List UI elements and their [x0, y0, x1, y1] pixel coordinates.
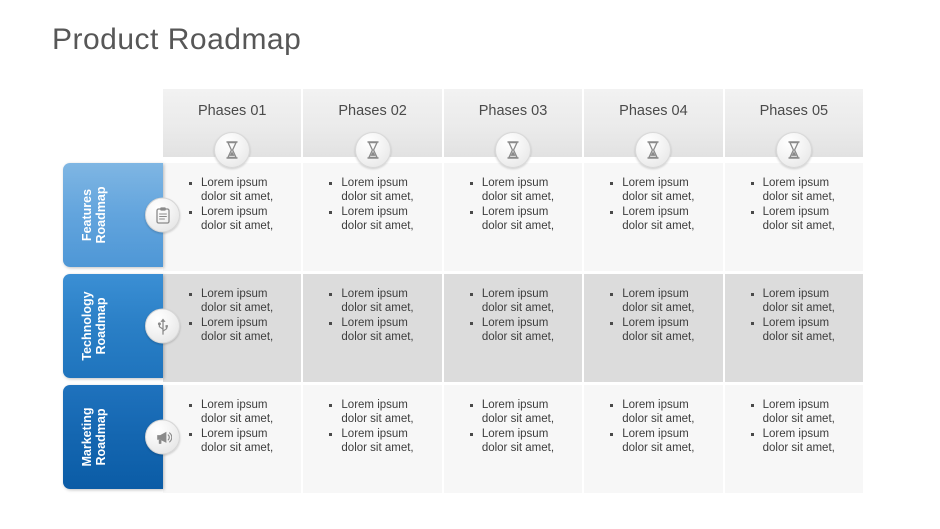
- list-item: Lorem ipsum dolor sit amet,: [750, 177, 855, 204]
- phase-label: Phases 05: [759, 103, 829, 119]
- category-tab-technology[interactable]: Technology Roadmap: [63, 274, 180, 378]
- clipboard-icon: [145, 197, 180, 233]
- list-item: Lorem ipsum dolor sit amet,: [329, 177, 433, 204]
- bullet-list: Lorem ipsum dolor sit amet, Lorem ipsum …: [469, 288, 574, 344]
- phase-header-cell[interactable]: Phases 03: [443, 89, 585, 168]
- roadmap-cell[interactable]: Lorem ipsum dolor sit amet, Lorem ipsum …: [444, 163, 585, 271]
- list-item: Lorem ipsum dolor sit amet,: [469, 428, 574, 455]
- roadmap-cell[interactable]: Lorem ipsum dolor sit amet, Lorem ipsum …: [725, 274, 863, 382]
- roadmap-cell[interactable]: Lorem ipsum dolor sit amet, Lorem ipsum …: [444, 274, 585, 382]
- phase-header-cell[interactable]: Phases 02: [303, 89, 444, 168]
- bullet-list: Lorem ipsum dolor sit amet, Lorem ipsum …: [750, 177, 855, 233]
- list-item: Lorem ipsum dolor sit amet,: [469, 177, 574, 204]
- hourglass-icon: [214, 132, 251, 168]
- bullet-list: Lorem ipsum dolor sit amet, Lorem ipsum …: [469, 399, 574, 455]
- bullet-list: Lorem ipsum dolor sit amet, Lorem ipsum …: [610, 399, 714, 455]
- hourglass-icon: [775, 132, 812, 168]
- list-item: Lorem ipsum dolor sit amet,: [610, 177, 714, 204]
- phase-label: Phases 01: [197, 103, 267, 119]
- list-item: Lorem ipsum dolor sit amet,: [610, 428, 714, 455]
- roadmap-cell[interactable]: Lorem ipsum dolor sit amet, Lorem ipsum …: [444, 385, 585, 493]
- phase-header-cell[interactable]: Phases 04: [584, 89, 725, 168]
- roadmap-cell[interactable]: Lorem ipsum dolor sit amet, Lorem ipsum …: [584, 274, 725, 382]
- roadmap-cell[interactable]: Lorem ipsum dolor sit amet, Lorem ipsum …: [303, 274, 444, 382]
- roadmap-cell[interactable]: Lorem ipsum dolor sit amet, Lorem ipsum …: [725, 163, 863, 271]
- list-item: Lorem ipsum dolor sit amet,: [750, 317, 855, 344]
- list-item: Lorem ipsum dolor sit amet,: [469, 288, 574, 315]
- roadmap-cell[interactable]: Lorem ipsum dolor sit amet, Lorem ipsum …: [303, 385, 444, 493]
- hourglass-icon: [354, 132, 391, 168]
- category-label: Features Roadmap: [80, 186, 108, 244]
- table-row: Lorem ipsum dolor sit amet, Lorem ipsum …: [163, 274, 863, 382]
- list-item: Lorem ipsum dolor sit amet,: [189, 177, 293, 204]
- bullet-list: Lorem ipsum dolor sit amet, Lorem ipsum …: [469, 177, 574, 233]
- list-item: Lorem ipsum dolor sit amet,: [329, 428, 433, 455]
- list-item: Lorem ipsum dolor sit amet,: [610, 206, 714, 233]
- phase-label: Phases 03: [478, 103, 548, 119]
- list-item: Lorem ipsum dolor sit amet,: [750, 288, 855, 315]
- phase-header-row: Phases 01 Phases 02 Phases 03 Phases 04 …: [163, 89, 864, 168]
- phase-label: Phases 02: [338, 103, 407, 119]
- list-item: Lorem ipsum dolor sit amet,: [329, 288, 433, 315]
- bullet-list: Lorem ipsum dolor sit amet, Lorem ipsum …: [329, 177, 433, 233]
- bullet-list: Lorem ipsum dolor sit amet, Lorem ipsum …: [329, 399, 433, 455]
- hourglass-icon: [495, 132, 532, 168]
- list-item: Lorem ipsum dolor sit amet,: [329, 399, 433, 426]
- phase-header-cell[interactable]: Phases 05: [724, 89, 864, 168]
- list-item: Lorem ipsum dolor sit amet,: [189, 317, 293, 344]
- bullet-list: Lorem ipsum dolor sit amet, Lorem ipsum …: [750, 399, 855, 455]
- usb-icon: [145, 308, 180, 344]
- page-title: Product Roadmap: [52, 23, 302, 56]
- list-item: Lorem ipsum dolor sit amet,: [189, 428, 293, 455]
- category-label: Marketing Roadmap: [80, 407, 108, 467]
- slide-canvas: Product Roadmap Phases 01 Phases 02 Phas…: [0, 0, 940, 529]
- list-item: Lorem ipsum dolor sit amet,: [189, 288, 293, 315]
- bullet-list: Lorem ipsum dolor sit amet, Lorem ipsum …: [750, 288, 855, 344]
- list-item: Lorem ipsum dolor sit amet,: [610, 317, 714, 344]
- table-row: Lorem ipsum dolor sit amet, Lorem ipsum …: [163, 163, 863, 271]
- megaphone-icon: [145, 419, 180, 455]
- category-tab-features[interactable]: Features Roadmap: [63, 163, 180, 267]
- list-item: Lorem ipsum dolor sit amet,: [469, 399, 574, 426]
- list-item: Lorem ipsum dolor sit amet,: [610, 288, 714, 315]
- roadmap-cell[interactable]: Lorem ipsum dolor sit amet, Lorem ipsum …: [163, 274, 304, 382]
- list-item: Lorem ipsum dolor sit amet,: [750, 206, 855, 233]
- phase-label: Phases 04: [619, 103, 688, 119]
- bullet-list: Lorem ipsum dolor sit amet, Lorem ipsum …: [329, 288, 433, 344]
- list-item: Lorem ipsum dolor sit amet,: [469, 206, 574, 233]
- category-tab-marketing[interactable]: Marketing Roadmap: [63, 385, 180, 489]
- roadmap-cell[interactable]: Lorem ipsum dolor sit amet, Lorem ipsum …: [584, 385, 725, 493]
- list-item: Lorem ipsum dolor sit amet,: [610, 399, 714, 426]
- category-label: Technology Roadmap: [80, 291, 108, 361]
- list-item: Lorem ipsum dolor sit amet,: [189, 206, 293, 233]
- bullet-list: Lorem ipsum dolor sit amet, Lorem ipsum …: [610, 177, 714, 233]
- roadmap-grid: Lorem ipsum dolor sit amet, Lorem ipsum …: [163, 163, 863, 493]
- bullet-list: Lorem ipsum dolor sit amet, Lorem ipsum …: [189, 288, 293, 344]
- list-item: Lorem ipsum dolor sit amet,: [750, 428, 855, 455]
- bullet-list: Lorem ipsum dolor sit amet, Lorem ipsum …: [189, 399, 293, 455]
- roadmap-cell[interactable]: Lorem ipsum dolor sit amet, Lorem ipsum …: [163, 385, 304, 493]
- roadmap-cell[interactable]: Lorem ipsum dolor sit amet, Lorem ipsum …: [303, 163, 444, 271]
- table-row: Lorem ipsum dolor sit amet, Lorem ipsum …: [163, 385, 863, 493]
- phase-header-cell[interactable]: Phases 01: [163, 89, 304, 168]
- list-item: Lorem ipsum dolor sit amet,: [750, 399, 855, 426]
- roadmap-cell[interactable]: Lorem ipsum dolor sit amet, Lorem ipsum …: [163, 163, 304, 271]
- list-item: Lorem ipsum dolor sit amet,: [329, 206, 433, 233]
- list-item: Lorem ipsum dolor sit amet,: [469, 317, 574, 344]
- list-item: Lorem ipsum dolor sit amet,: [189, 399, 293, 426]
- roadmap-cell[interactable]: Lorem ipsum dolor sit amet, Lorem ipsum …: [584, 163, 725, 271]
- hourglass-icon: [635, 132, 672, 168]
- bullet-list: Lorem ipsum dolor sit amet, Lorem ipsum …: [189, 177, 293, 233]
- roadmap-cell[interactable]: Lorem ipsum dolor sit amet, Lorem ipsum …: [725, 385, 863, 493]
- bullet-list: Lorem ipsum dolor sit amet, Lorem ipsum …: [610, 288, 714, 344]
- list-item: Lorem ipsum dolor sit amet,: [329, 317, 433, 344]
